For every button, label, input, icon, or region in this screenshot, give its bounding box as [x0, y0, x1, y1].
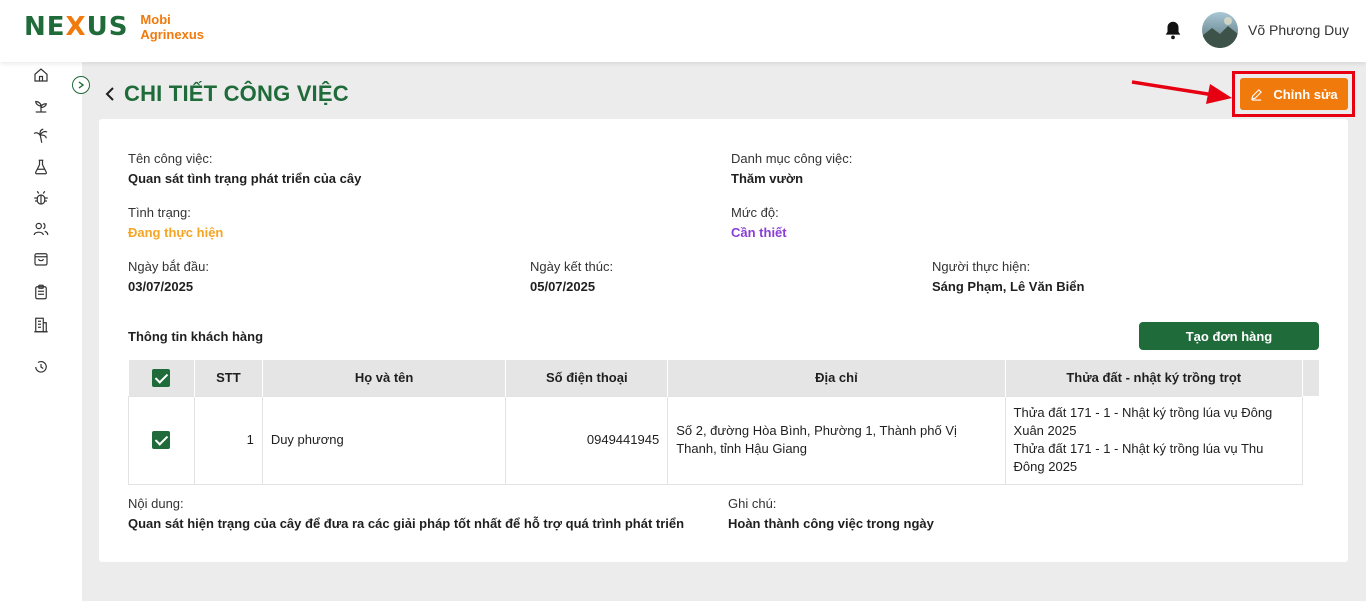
history-icon[interactable] — [30, 356, 52, 378]
palm-tree-icon[interactable] — [30, 125, 52, 147]
col-name: Họ và tên — [262, 360, 507, 396]
task-name-label: Tên công việc: — [128, 151, 213, 166]
row-checkbox[interactable] — [128, 395, 195, 485]
category: Thăm vườn — [731, 171, 804, 186]
row-plot: Thửa đất 171 - 1 - Nhật ký trồng lúa vụ … — [1004, 395, 1303, 485]
content-value: Quan sát hiện trạng của cây để đưa ra cá… — [128, 516, 685, 531]
annotation-arrow — [1131, 80, 1232, 104]
start-date-label: Ngày bắt đầu: — [128, 259, 209, 274]
pencil-icon — [1251, 88, 1263, 101]
task-name: Quan sát tình trạng phát triển của cây — [128, 171, 362, 186]
row-phone: 0949441945 — [505, 395, 669, 485]
building-icon[interactable] — [30, 314, 52, 336]
brand-name: Mobi Agrinexus — [140, 12, 204, 42]
assignee-label: Người thực hiện: — [932, 259, 1031, 274]
page-title: CHI TIẾT CÔNG VIỆC — [124, 81, 349, 106]
bell-icon[interactable] — [1162, 18, 1184, 42]
logo[interactable]: NEXUS Mobi Agrinexus — [24, 12, 204, 42]
bug-icon[interactable] — [30, 187, 52, 209]
assignee: Sáng Phạm, Lê Văn Biển — [932, 279, 1085, 294]
col-plot: Thửa đất - nhật ký trồng trọt — [1005, 360, 1303, 396]
category-label: Danh mục công việc: — [731, 151, 853, 166]
avatar[interactable] — [1202, 12, 1238, 48]
plant-icon[interactable] — [30, 95, 52, 117]
customer-section-title: Thông tin khách hàng — [128, 329, 264, 344]
back-chevron-icon[interactable] — [102, 85, 118, 103]
priority-value: Cần thiết — [731, 225, 787, 240]
priority-label: Mức độ: — [731, 205, 779, 220]
flask-icon[interactable] — [30, 156, 52, 178]
edit-button[interactable]: Chỉnh sửa — [1240, 78, 1348, 110]
col-phone: Số điện thoại — [505, 360, 669, 396]
logo-mark: NEXUS — [24, 12, 129, 42]
home-icon[interactable] — [30, 64, 52, 86]
users-icon[interactable] — [30, 218, 52, 240]
note-value: Hoàn thành công việc trong ngày — [728, 516, 934, 531]
top-bar: NEXUS Mobi Agrinexus Võ Phương Duy — [0, 0, 1366, 62]
plot-entry: Thửa đất 171 - 1 - Nhật ký trồng lúa vụ … — [1013, 441, 1264, 474]
select-all-checkbox[interactable] — [128, 360, 195, 396]
end-date-label: Ngày kết thúc: — [530, 259, 614, 274]
create-order-button[interactable]: Tạo đơn hàng — [1139, 322, 1319, 350]
edit-button-label: Chỉnh sửa — [1273, 86, 1338, 102]
row-stt: 1 — [193, 395, 263, 485]
sidebar-expand-button[interactable] — [72, 76, 90, 94]
row-name: Duy phương — [261, 395, 507, 485]
col-stt: STT — [194, 360, 263, 396]
plot-entry: Thửa đất 171 - 1 - Nhật ký trồng lúa vụ … — [1013, 405, 1273, 438]
clipboard-icon[interactable] — [30, 281, 52, 303]
sidebar — [0, 62, 82, 601]
row-spacer — [1301, 396, 1319, 484]
shopping-bag-icon[interactable] — [30, 248, 52, 270]
status-value: Đang thực hiện — [128, 225, 224, 240]
customer-table: STT Họ và tên Số điện thoại Địa chỉ Thửa… — [128, 360, 1319, 485]
row-address: Số 2, đường Hòa Bình, Phường 1, Thành ph… — [667, 395, 1006, 485]
content-label: Nội dung: — [128, 496, 184, 511]
status-label: Tình trạng: — [128, 205, 191, 220]
table-row[interactable]: 1 Duy phương 0949441945 Số 2, đường Hòa … — [128, 395, 1319, 485]
col-spacer — [1302, 360, 1319, 396]
note-label: Ghi chú: — [728, 496, 777, 511]
table-header-row: STT Họ và tên Số điện thoại Địa chỉ Thửa… — [128, 360, 1319, 396]
chevron-right-icon — [78, 81, 85, 89]
col-address: Địa chỉ — [667, 360, 1006, 396]
start-date: 03/07/2025 — [128, 279, 194, 294]
end-date: 05/07/2025 — [530, 279, 596, 294]
user-name[interactable]: Võ Phương Duy — [1248, 22, 1349, 38]
